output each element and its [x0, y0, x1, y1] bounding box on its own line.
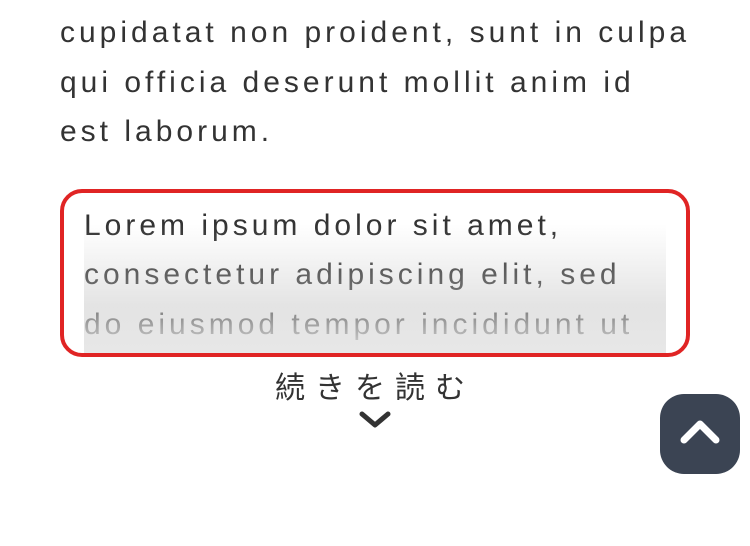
- chevron-up-icon: [678, 418, 722, 451]
- read-more-button[interactable]: 続きを読む: [275, 363, 475, 407]
- scroll-to-top-button[interactable]: [660, 394, 740, 474]
- chevron-down-icon[interactable]: [359, 411, 391, 436]
- collapsed-preview-text: Lorem ipsum dolor sit amet, consectetur …: [84, 201, 666, 350]
- highlight-box: Lorem ipsum dolor sit amet, consectetur …: [60, 189, 690, 357]
- paragraph-top: cupidatat non proident, sunt in culpa qu…: [60, 8, 690, 157]
- collapsed-text-container: Lorem ipsum dolor sit amet, consectetur …: [84, 201, 666, 353]
